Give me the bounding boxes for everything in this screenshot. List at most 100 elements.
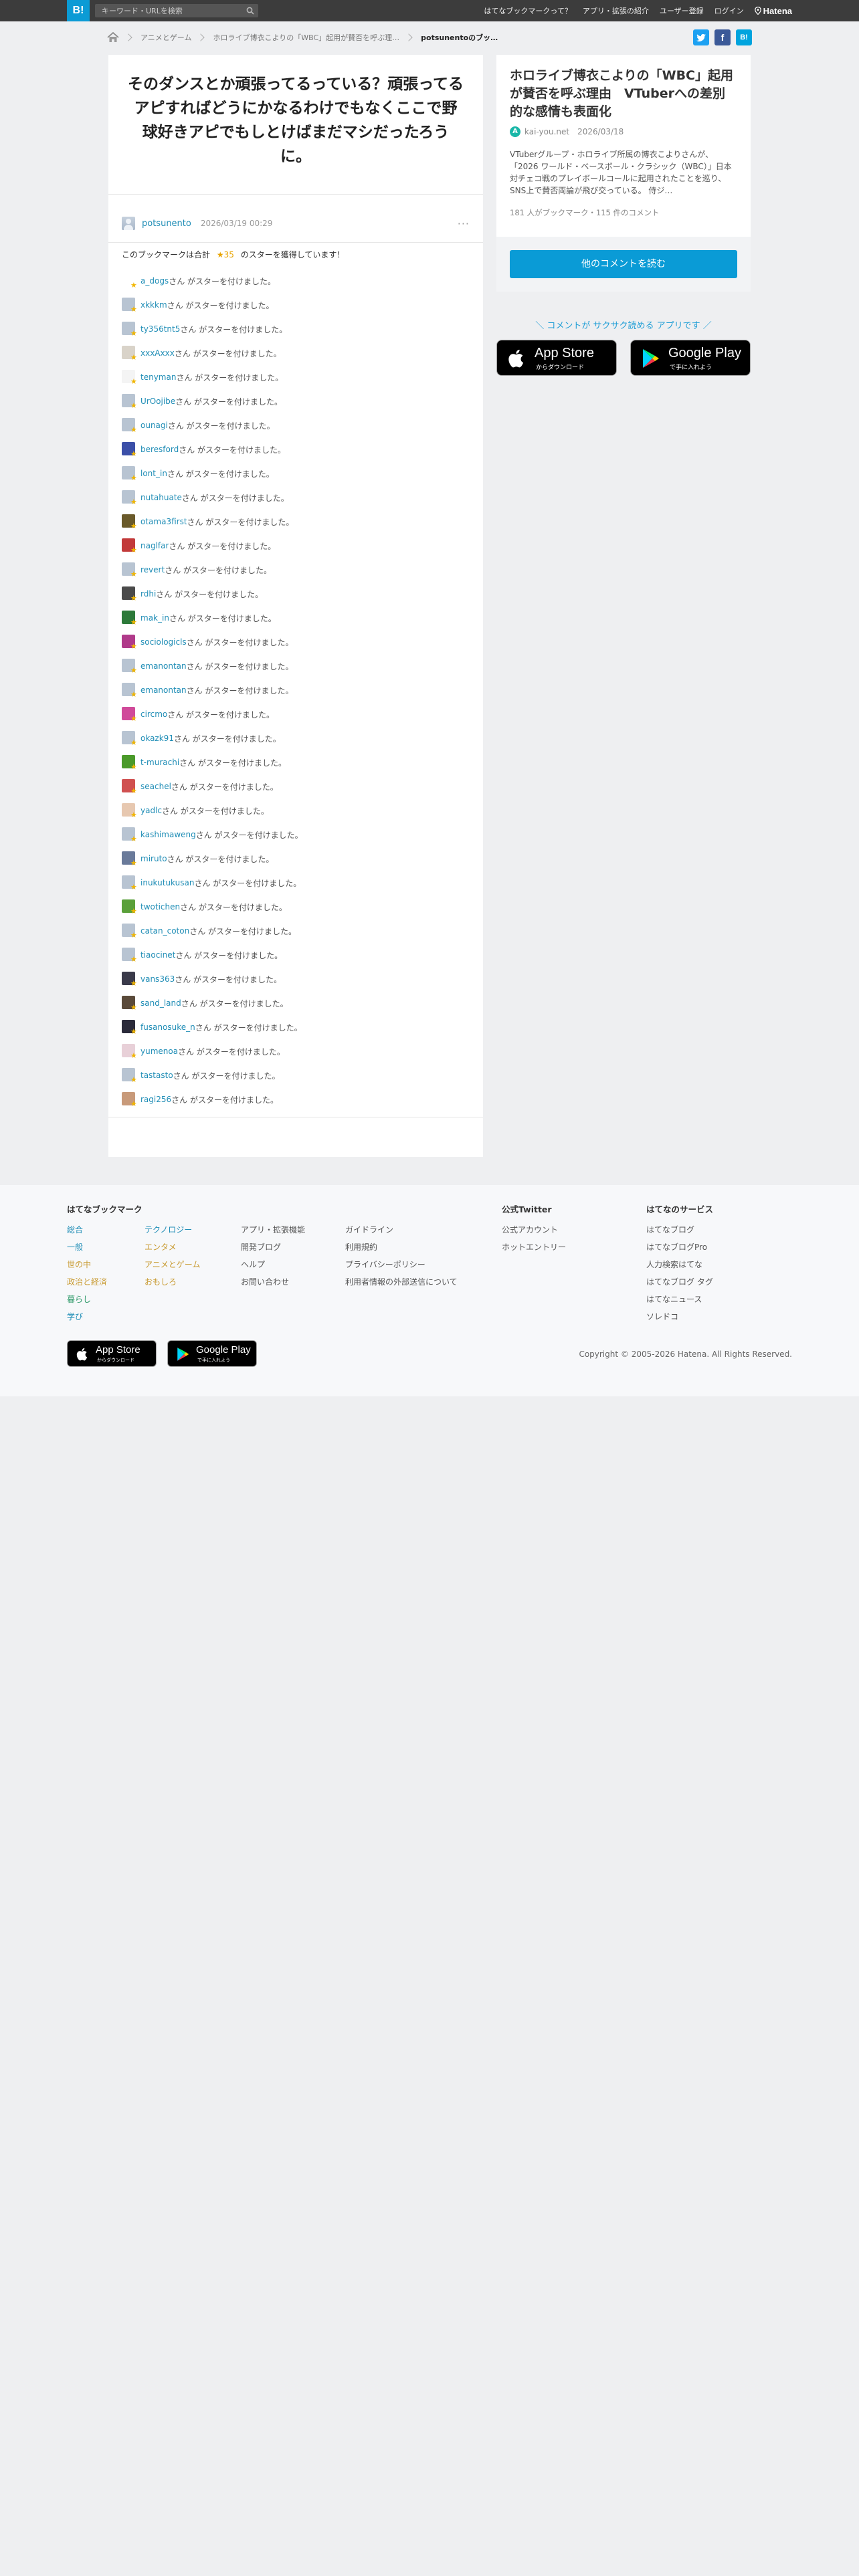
read-other-comments-button[interactable]: 他のコメントを読む [510,250,737,278]
more-menu-icon[interactable]: ··· [458,217,470,230]
avatar[interactable]: ★ [122,1068,137,1083]
facebook-share-icon[interactable]: f [714,29,731,45]
entry-domain[interactable]: kai-you.net [524,127,569,136]
avatar[interactable]: ★ [122,346,137,361]
star-username[interactable]: t-murachi [140,758,179,767]
avatar[interactable]: ★ [122,298,137,313]
avatar[interactable]: ★ [122,586,137,602]
avatar[interactable]: ★ [122,899,137,915]
star-username[interactable]: ounagi [140,421,168,430]
star-username[interactable]: vans363 [140,974,175,984]
google-play-badge[interactable]: Google Play で手に入れよう [630,340,751,376]
about-link[interactable]: はてなブックマークって？ [484,5,571,16]
footer-link[interactable]: 政治と経済 [67,1273,107,1291]
twitter-share-icon[interactable] [693,29,709,45]
star-username[interactable]: ragi256 [140,1095,171,1104]
star-username[interactable]: okazk91 [140,734,174,743]
star-username[interactable]: miruto [140,854,167,863]
footer-link[interactable]: 世の中 [67,1256,107,1273]
footer-link[interactable]: 公式アカウント [502,1221,566,1239]
avatar[interactable]: ★ [122,490,137,506]
footer-link[interactable]: ホットエントリー [502,1239,566,1256]
footer-link[interactable]: 学び [67,1308,107,1325]
avatar[interactable]: ★ [122,996,137,1011]
bookmark-date[interactable]: 2026/03/19 00:29 [201,219,273,228]
footer-link[interactable]: プライバシーポリシー [345,1256,458,1273]
breadcrumb-entry[interactable]: ホロライブ博衣こよりの「WBC」起用が賛否を呼ぶ理… [213,32,399,43]
avatar[interactable]: ★ [122,827,137,843]
star-username[interactable]: naglfar [140,541,169,550]
avatar[interactable]: ★ [122,611,137,626]
avatar[interactable]: ★ [122,875,137,891]
search-input[interactable] [95,4,242,17]
avatar[interactable]: ★ [122,972,137,987]
entry-card[interactable]: ホロライブ博衣こよりの「WBC」起用が賛否を呼ぶ理由 VTuberへの差別的な感… [496,55,751,237]
footer-link[interactable]: 開発ブログ [241,1239,305,1256]
star-username[interactable]: beresford [140,445,179,454]
avatar[interactable]: ★ [122,562,137,578]
footer-link[interactable]: はてなブログ [646,1221,713,1239]
hatena-share-icon[interactable]: B! [736,29,752,45]
avatar[interactable]: ★ [122,731,137,746]
footer-link[interactable]: 利用規約 [345,1239,458,1256]
avatar[interactable]: ★ [122,370,137,385]
avatar[interactable]: ★ [122,948,137,963]
footer-link[interactable]: 暮らし [67,1291,107,1308]
login-link[interactable]: ログイン [714,5,744,16]
hatena-brand[interactable]: Hatena [754,6,792,16]
footer-google-play-badge[interactable]: Google Play で手に入れよう [167,1340,257,1367]
footer-link[interactable]: アニメとゲーム [145,1256,200,1273]
star-username[interactable]: yadlc [140,806,162,815]
star-username[interactable]: tenyman [140,372,176,382]
home-icon[interactable] [107,32,119,43]
footer-link[interactable]: 利用者情報の外部送信について [345,1273,458,1291]
apps-link[interactable]: アプリ・拡張の紹介 [583,5,649,16]
star-username[interactable]: seachel [140,782,171,791]
footer-link[interactable]: お問い合わせ [241,1273,305,1291]
avatar[interactable]: ★ [122,1020,137,1035]
search-icon[interactable] [246,7,254,15]
avatar[interactable]: ★ [122,418,137,433]
avatar[interactable]: ★ [122,274,137,289]
avatar[interactable]: ★ [122,924,137,939]
star-username[interactable]: a_dogs [140,276,169,286]
star-username[interactable]: emanontan [140,685,187,695]
footer-link[interactable]: はてなブログ タグ [646,1273,713,1291]
avatar[interactable]: ★ [122,538,137,554]
avatar[interactable]: ★ [122,514,137,530]
bookmark-username[interactable]: potsunento [142,219,191,229]
footer-link[interactable]: ヘルプ [241,1256,305,1273]
avatar[interactable]: ★ [122,755,137,770]
avatar[interactable]: ★ [122,322,137,337]
hatena-bookmark-logo[interactable]: B! [67,0,90,21]
star-username[interactable]: revert [140,565,165,574]
avatar[interactable]: ★ [122,659,137,674]
avatar[interactable] [122,217,135,230]
footer-link[interactable]: ソレドコ [646,1308,713,1325]
footer-app-store-badge[interactable]: App Store からダウンロード [67,1340,157,1367]
star-username[interactable]: tiaocinet [140,950,175,960]
avatar[interactable]: ★ [122,394,137,409]
register-link[interactable]: ユーザー登録 [660,5,704,16]
footer-link[interactable]: アプリ・拡張機能 [241,1221,305,1239]
star-username[interactable]: rdhi [140,589,156,599]
avatar[interactable]: ★ [122,707,137,722]
footer-link[interactable]: 総合 [67,1221,107,1239]
footer-link[interactable]: はてなニュース [646,1291,713,1308]
star-username[interactable]: catan_coton [140,926,189,936]
avatar[interactable]: ★ [122,466,137,481]
footer-link[interactable]: はてなブログPro [646,1239,713,1256]
entry-meta[interactable]: 181 人がブックマーク・115 件のコメント [510,207,659,218]
footer-link[interactable]: おもしろ [145,1273,200,1291]
star-username[interactable]: tastasto [140,1071,173,1080]
star-username[interactable]: kashimaweng [140,830,196,839]
avatar[interactable]: ★ [122,779,137,794]
footer-link[interactable]: エンタメ [145,1239,200,1256]
star-username[interactable]: sand_land [140,998,181,1008]
star-username[interactable]: ty356tnt5 [140,324,180,334]
star-username[interactable]: sociologicls [140,637,187,647]
footer-link[interactable]: ガイドライン [345,1221,458,1239]
star-username[interactable]: yumenoa [140,1047,178,1056]
star-username[interactable]: inukutukusan [140,878,194,887]
star-username[interactable]: otama3first [140,517,187,526]
